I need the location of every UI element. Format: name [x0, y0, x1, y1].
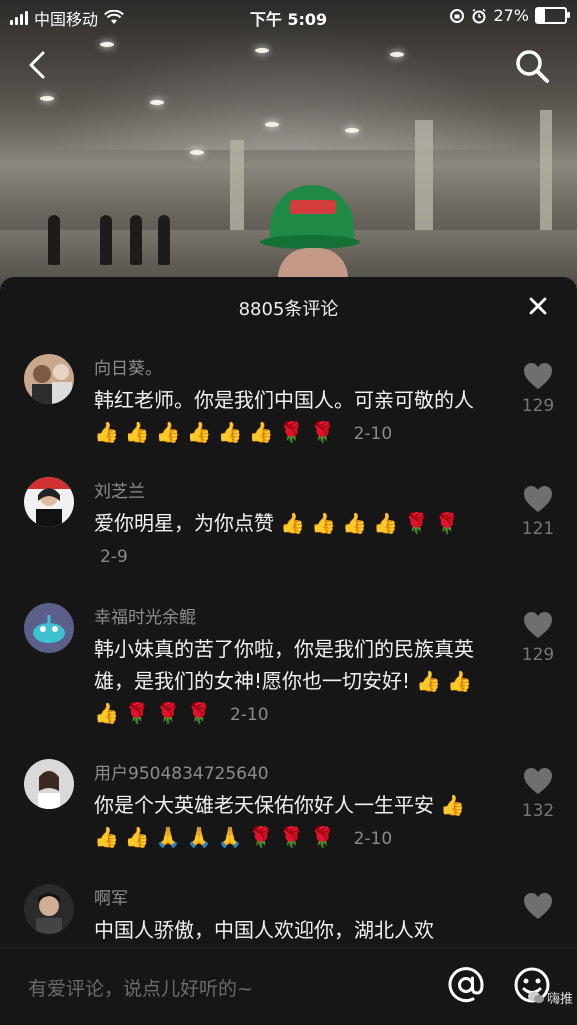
- comment-username[interactable]: 用户9504834725640: [94, 759, 269, 784]
- ceiling-light: [265, 122, 279, 127]
- battery-icon: [535, 7, 570, 24]
- ceiling-light: [255, 48, 269, 53]
- like-button[interactable]: 121: [518, 485, 558, 539]
- comment-emojis: 👍👍👍👍🌹🌹: [280, 511, 466, 535]
- pedestrian: [100, 215, 112, 265]
- comment-username[interactable]: 刘芝兰: [94, 477, 145, 502]
- status-right: 27%: [449, 6, 570, 25]
- ceiling-light: [40, 96, 54, 101]
- comment-text: 爱你明星，为你点赞 👍👍👍👍🌹🌹 2-9: [94, 507, 494, 573]
- ceiling-light: [190, 150, 204, 155]
- comment-body: 爱你明星，为你点赞: [94, 511, 274, 535]
- comment-emojis: 👍👍👍👍👍👍🌹🌹: [94, 420, 342, 444]
- comment-text: 韩红老师。你是我们中国人。可亲可敬的人 👍👍👍👍👍👍🌹🌹 2-10: [94, 384, 494, 450]
- video-background: [0, 0, 577, 300]
- back-button[interactable]: [22, 48, 56, 82]
- like-count: 129: [521, 645, 555, 665]
- status-bar: 中国移动 下午 5:09 27%: [0, 0, 577, 32]
- battery-percent: 27%: [493, 6, 529, 25]
- avatar[interactable]: [24, 603, 74, 653]
- comment-text: 你是个大英雄老天保佑你好人一生平安 👍👍👍🙏🙏🙏🌹🌹🌹 2-10: [94, 789, 494, 855]
- sheet-header: 8805条评论: [0, 277, 577, 335]
- pedestrian: [48, 215, 60, 265]
- mention-button[interactable]: [447, 966, 485, 1004]
- like-button[interactable]: 129: [518, 362, 558, 416]
- ceiling-light: [345, 128, 359, 133]
- comment-input[interactable]: 有爱评论，说点儿好听的~: [28, 974, 253, 1001]
- ceiling-light: [150, 100, 164, 105]
- comment-date: 2-10: [229, 705, 269, 725]
- comment-body: 中国人骄傲，中国人欢迎你，湖北人欢: [94, 918, 434, 942]
- heart-icon: [524, 363, 552, 389]
- heart-icon: [524, 893, 552, 919]
- like-count: 121: [521, 519, 555, 539]
- ceiling-light: [390, 52, 404, 57]
- like-count: 132: [521, 801, 555, 821]
- pedestrian: [158, 215, 170, 265]
- comment-date: 2-9: [100, 547, 128, 567]
- avatar[interactable]: [24, 477, 74, 527]
- comment-date: 2-10: [353, 424, 393, 444]
- like-button[interactable]: 132: [518, 767, 558, 821]
- close-button[interactable]: [525, 293, 551, 319]
- comments-sheet: 8805条评论 向日葵。 韩红老师。你是我们中国人。可亲可敬的人 👍👍👍👍👍👍🌹…: [0, 277, 577, 947]
- comment-username[interactable]: 向日葵。: [94, 354, 162, 379]
- comment-input-bar: 有爱评论，说点儿好听的~ 嗨推: [0, 947, 577, 1025]
- comment-body: 你是个大英雄老天保佑你好人一生平安: [94, 793, 434, 817]
- pedestrian: [130, 215, 142, 265]
- watermark: 嗨推: [528, 988, 573, 1007]
- close-icon: [529, 297, 547, 315]
- pillar: [230, 140, 244, 240]
- comment-count-title: 8805条评论: [238, 299, 339, 320]
- search-icon: [516, 50, 549, 83]
- avatar[interactable]: [24, 884, 74, 934]
- watermark-label: 嗨推: [547, 992, 574, 1007]
- avatar[interactable]: [24, 354, 74, 404]
- comment-body: 韩红老师。你是我们中国人。可亲可敬的人: [94, 388, 474, 412]
- chevron-left-icon: [29, 51, 45, 79]
- ceiling-light: [100, 42, 114, 47]
- wechat-icon: [528, 991, 544, 1003]
- like-button[interactable]: [518, 892, 558, 920]
- like-count: 129: [521, 396, 555, 416]
- search-button[interactable]: [512, 46, 552, 86]
- comment-text: 中国人骄傲，中国人欢迎你，湖北人欢: [94, 914, 494, 946]
- avatar[interactable]: [24, 759, 74, 809]
- rotation-lock-icon: [450, 8, 465, 23]
- comment-username[interactable]: 啊军: [94, 884, 128, 909]
- comment-text: 韩小妹真的苦了你啦，你是我们的民族真英雄，是我们的女神!愿你也一切安好! 👍👍👍…: [94, 633, 494, 731]
- cap-brim: [260, 235, 360, 249]
- like-button[interactable]: 129: [518, 611, 558, 665]
- at-icon: [448, 967, 484, 1003]
- cap-logo: [290, 200, 336, 214]
- comment-date: 2-10: [353, 829, 393, 849]
- heart-icon: [524, 486, 552, 512]
- heart-icon: [524, 612, 552, 638]
- comment-username[interactable]: 幸福时光余鲲: [94, 603, 196, 628]
- alarm-icon: [472, 8, 486, 23]
- heart-icon: [524, 768, 552, 794]
